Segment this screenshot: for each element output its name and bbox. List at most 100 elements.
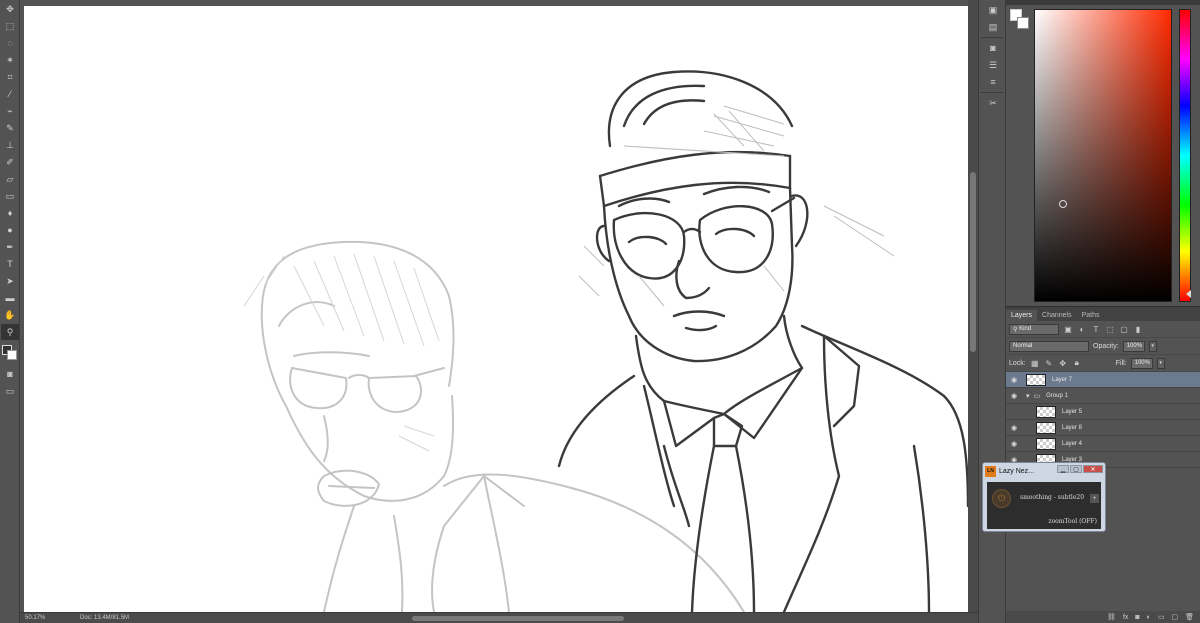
magic-wand-tool-icon[interactable]: ✶: [1, 52, 19, 68]
sketch-artwork: [243, 70, 968, 612]
tool-presets-panel-icon[interactable]: ✂: [983, 96, 1003, 110]
stamp-tool-icon[interactable]: ⊥: [1, 137, 19, 153]
dodge-tool-icon[interactable]: ●: [1, 222, 19, 238]
filter-toggle-icon[interactable]: ▮: [1133, 324, 1143, 334]
visibility-eye-icon[interactable]: ◉: [1006, 424, 1022, 432]
adjustment-filter-icon[interactable]: ◐: [1077, 324, 1087, 334]
color-picker-field[interactable]: [1034, 9, 1172, 302]
fill-dropdown-icon[interactable]: ▾: [1156, 357, 1165, 369]
brush-presets-panel-icon[interactable]: ◙: [983, 41, 1003, 55]
add-mask-icon[interactable]: ◙: [1135, 614, 1139, 621]
fill-input[interactable]: 100%: [1130, 357, 1153, 369]
lasso-tool-icon[interactable]: ◌: [1, 35, 19, 51]
eyedropper-tool-icon[interactable]: ⁄: [1, 86, 19, 102]
layer-name: Layer 7: [1052, 376, 1073, 383]
new-layer-icon[interactable]: ▢: [1171, 613, 1178, 621]
zoom-tool-status[interactable]: zoomTool (OFF): [1048, 518, 1097, 525]
zoom-level[interactable]: 50.17%: [20, 615, 50, 621]
visibility-eye-icon[interactable]: ◉: [1006, 440, 1022, 448]
move-tool-icon[interactable]: ✥: [1, 1, 19, 17]
new-group-icon[interactable]: ▭: [1158, 613, 1165, 621]
layer-row[interactable]: ◉ Layer 7: [1006, 372, 1200, 388]
layer-name: Layer 4: [1062, 440, 1083, 447]
power-icon[interactable]: ⏻: [992, 489, 1011, 508]
lazy-nezumi-body: ⏻ smoothing - subtle20 + zoomTool (OFF): [987, 482, 1101, 529]
layer-name: Group 1: [1046, 392, 1068, 399]
background-swatch[interactable]: [7, 350, 17, 360]
adjustment-layer-icon[interactable]: ◐: [1147, 614, 1151, 621]
lock-all-icon[interactable]: 🔒︎: [1072, 358, 1082, 368]
close-button[interactable]: ✕: [1083, 465, 1103, 473]
color-swatches-tool[interactable]: [1, 343, 19, 363]
tab-layers[interactable]: Layers: [1006, 310, 1038, 321]
hue-slider[interactable]: [1179, 9, 1191, 302]
shape-tool-icon[interactable]: ▬: [1, 290, 19, 306]
vertical-scrollbar[interactable]: [968, 0, 978, 612]
hand-tool-icon[interactable]: ✋: [1, 307, 19, 323]
properties-panel-icon[interactable]: ≡: [983, 75, 1003, 89]
opacity-dropdown-icon[interactable]: ▾: [1148, 340, 1157, 352]
group-expand-icon[interactable]: ▾: [1026, 392, 1030, 400]
lock-transparent-icon[interactable]: ▦: [1030, 358, 1040, 368]
healing-brush-tool-icon[interactable]: ⌁: [1, 103, 19, 119]
layer-group-row[interactable]: ◉ ▾ ▭ Group 1: [1006, 388, 1200, 404]
hue-slider-arrow[interactable]: [1186, 290, 1191, 298]
shape-filter-icon[interactable]: ⬚: [1105, 324, 1115, 334]
layer-row[interactable]: ◉ Layer 8: [1006, 420, 1200, 436]
blend-mode-select[interactable]: Normal: [1009, 340, 1089, 352]
lock-row: Lock: ▦ ✎ ✥ 🔒︎ Fill: 100% ▾: [1006, 355, 1200, 372]
adjustments-panel-icon[interactable]: ☰: [983, 58, 1003, 72]
history-panel-icon[interactable]: ▣: [983, 3, 1003, 17]
color-panel-tabs[interactable]: [1006, 0, 1200, 5]
preset-label[interactable]: smoothing - subtle20: [1020, 494, 1084, 501]
layer-row[interactable]: Layer 5: [1006, 404, 1200, 420]
status-bar: 50.17% Doc: 13.4M/81.5M: [20, 612, 978, 623]
swatches-panel-icon[interactable]: ▤: [983, 20, 1003, 34]
screen-mode-icon[interactable]: ▭: [1, 383, 19, 399]
opacity-input[interactable]: 100%: [1122, 340, 1145, 352]
lock-position-icon[interactable]: ✥: [1058, 358, 1068, 368]
color-swatches[interactable]: [1010, 9, 1032, 31]
smart-object-filter-icon[interactable]: ▢: [1119, 324, 1129, 334]
blend-row: Normal Opacity: 100% ▾: [1006, 338, 1200, 355]
pixel-filter-icon[interactable]: ▣: [1063, 324, 1073, 334]
crop-tool-icon[interactable]: ⌗: [1, 69, 19, 85]
layer-row[interactable]: ◉ Layer 4: [1006, 436, 1200, 452]
link-layers-icon[interactable]: ⛓: [1107, 613, 1116, 621]
preset-plus-button[interactable]: +: [1090, 494, 1099, 503]
pen-tool-icon[interactable]: ✒: [1, 239, 19, 255]
color-picker-cursor[interactable]: [1059, 200, 1067, 208]
delete-layer-icon[interactable]: 🗑︎: [1185, 613, 1194, 621]
path-selection-tool-icon[interactable]: ➤: [1, 273, 19, 289]
lazy-nezumi-logo-icon: LN: [985, 465, 996, 477]
background-color[interactable]: [1017, 17, 1029, 29]
blur-tool-icon[interactable]: ♦: [1, 205, 19, 221]
layer-style-icon[interactable]: fx: [1123, 614, 1128, 621]
horizontal-scrollbar-thumb[interactable]: [412, 616, 624, 621]
zoom-tool-icon[interactable]: ⚲: [1, 324, 19, 340]
lazy-nezumi-title: Lazy Nez...: [999, 467, 1035, 475]
gradient-tool-icon[interactable]: ▭: [1, 188, 19, 204]
maximize-button[interactable]: ▢: [1070, 465, 1082, 473]
horizontal-scrollbar[interactable]: [180, 615, 960, 622]
quick-mask-icon[interactable]: ◙: [1, 366, 19, 382]
eraser-tool-icon[interactable]: ▱: [1, 171, 19, 187]
tab-paths[interactable]: Paths: [1077, 310, 1105, 321]
type-tool-icon[interactable]: T: [1, 256, 19, 272]
history-brush-tool-icon[interactable]: ✐: [1, 154, 19, 170]
visibility-eye-icon[interactable]: ◉: [1006, 392, 1022, 400]
tab-channels[interactable]: Channels: [1037, 310, 1077, 321]
kind-filter-select[interactable]: ⚲ Kind: [1009, 323, 1059, 335]
document-area: [20, 0, 978, 612]
vertical-scrollbar-thumb[interactable]: [970, 172, 976, 352]
window-buttons: ▁ ▢ ✕: [1057, 465, 1103, 473]
brush-tool-icon[interactable]: ✎: [1, 120, 19, 136]
type-filter-icon[interactable]: T: [1091, 324, 1101, 334]
marquee-tool-icon[interactable]: ⬚: [1, 18, 19, 34]
visibility-eye-icon[interactable]: ◉: [1006, 376, 1022, 384]
layers-panel-tabs: Layers Channels Paths: [1006, 307, 1200, 321]
canvas[interactable]: [24, 6, 968, 612]
lock-image-icon[interactable]: ✎: [1044, 358, 1054, 368]
layer-thumbnail: [1036, 405, 1056, 418]
minimize-button[interactable]: ▁: [1057, 465, 1069, 473]
